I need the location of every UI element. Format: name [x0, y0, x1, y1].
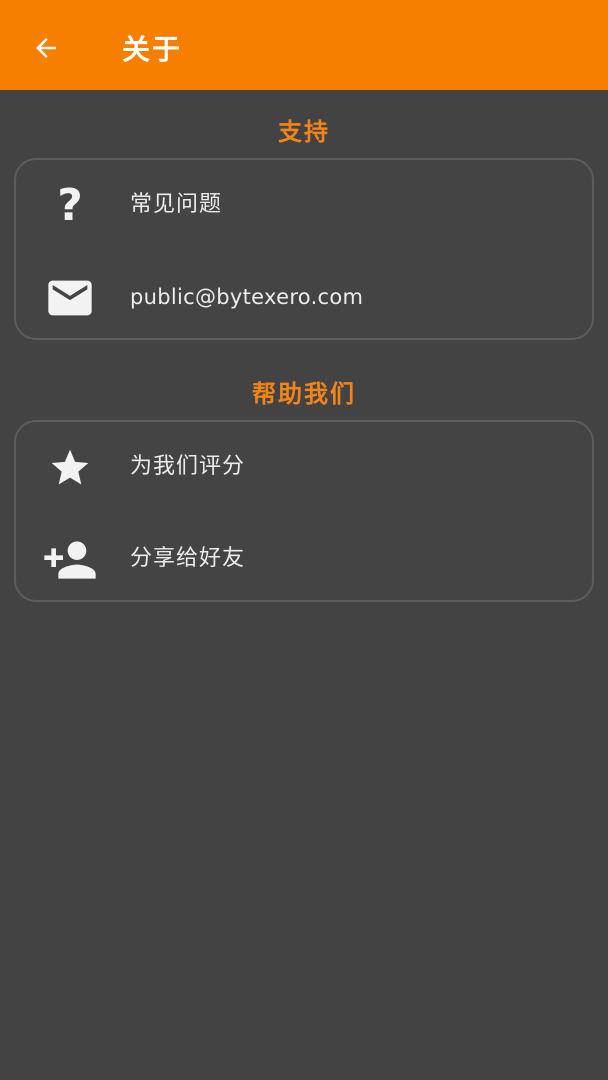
question-mark-icon: ?: [57, 180, 83, 231]
page-title: 关于: [122, 33, 183, 66]
arrow-left-icon: [36, 38, 56, 58]
star-icon: [42, 440, 98, 496]
email-row[interactable]: public@bytexero.com: [16, 252, 592, 342]
rate-us-row[interactable]: 为我们评分: [16, 422, 592, 512]
email-label: public@bytexero.com: [130, 285, 364, 309]
person-add-icon: [42, 532, 98, 588]
email-icon: [42, 270, 98, 326]
share-label: 分享给好友: [130, 546, 246, 571]
section-header-support: 支持: [278, 118, 330, 146]
share-row[interactable]: 分享给好友: [16, 514, 592, 604]
help-us-card: 为我们评分 分享给好友: [14, 420, 594, 602]
app-bar: 关于: [0, 0, 608, 90]
faq-row[interactable]: ? 常见问题: [16, 160, 592, 250]
rate-us-label: 为我们评分: [130, 454, 246, 479]
section-header-help-us: 帮助我们: [252, 380, 356, 408]
back-button[interactable]: [22, 24, 70, 72]
support-card: ? 常见问题 public@bytexero.com: [14, 158, 594, 340]
faq-label: 常见问题: [130, 192, 223, 217]
